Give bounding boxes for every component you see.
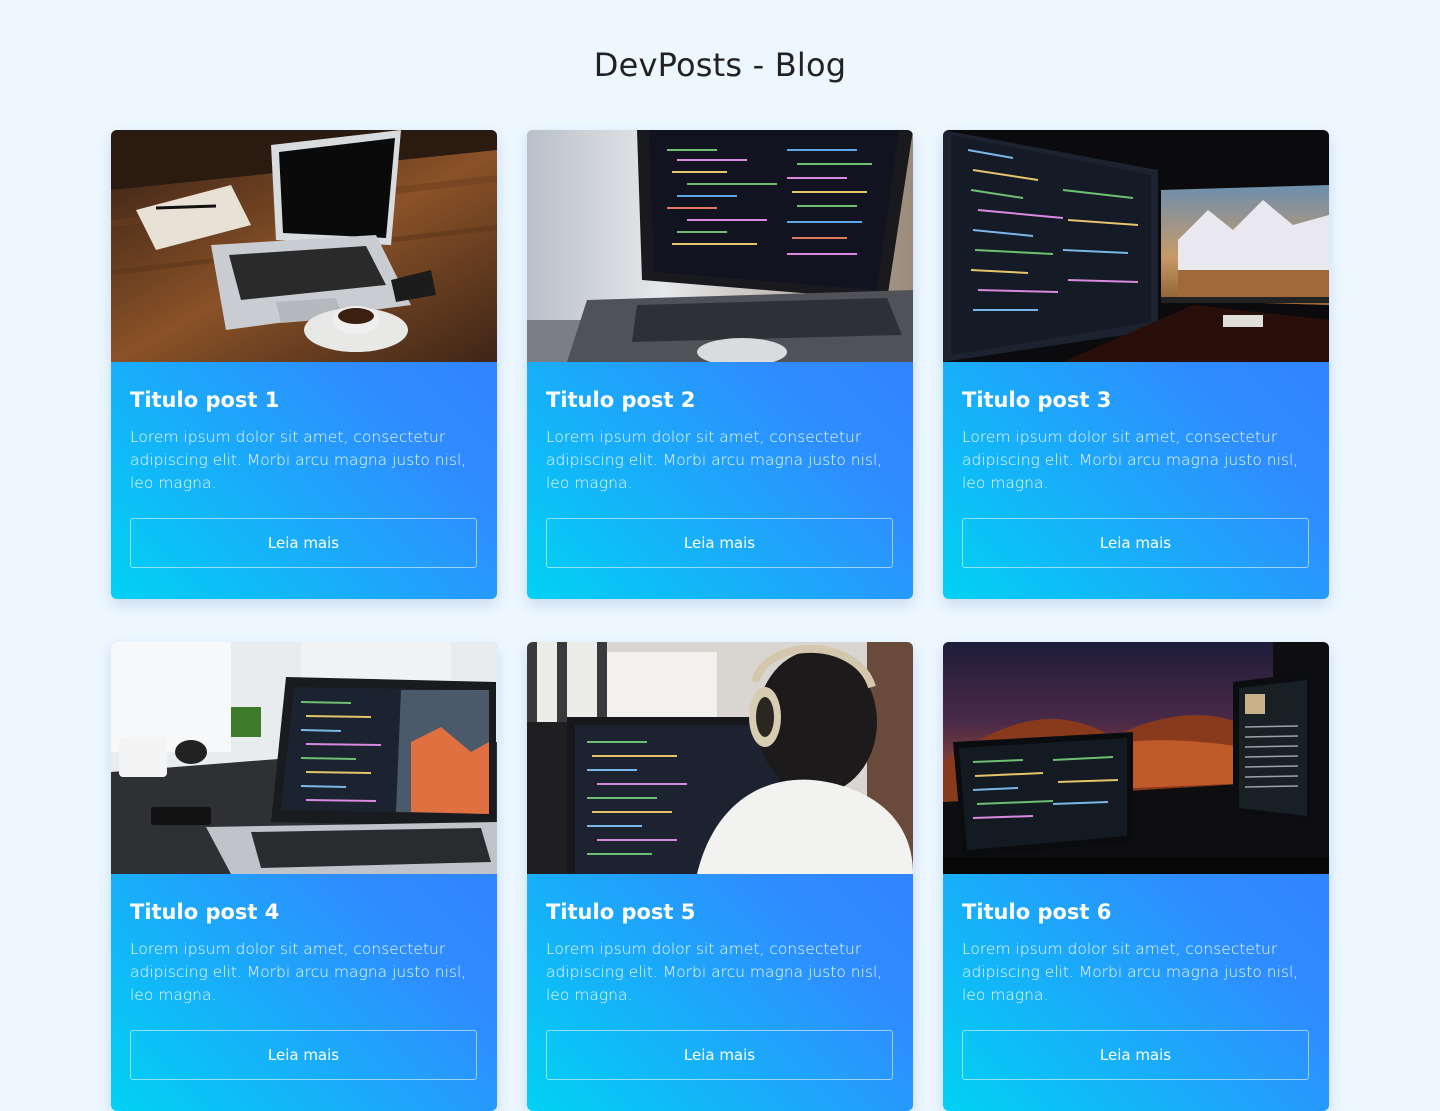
post-thumbnail — [527, 642, 913, 874]
post-excerpt: Lorem ipsum dolor sit amet, consectetur … — [546, 940, 883, 1004]
post-thumbnail — [111, 130, 497, 362]
post-title: Titulo post 3 — [962, 388, 1112, 412]
post-title: Titulo post 2 — [546, 388, 696, 412]
post-excerpt: Lorem ipsum dolor sit amet, consectetur … — [546, 428, 883, 492]
post-excerpt: Lorem ipsum dolor sit amet, consectetur … — [130, 428, 467, 492]
post-title: Titulo post 4 — [130, 900, 280, 924]
post-card: Titulo post 4 Lorem ipsum dolor sit amet… — [111, 642, 497, 1111]
laptop-on-desk-image — [111, 130, 497, 362]
post-thumbnail — [111, 642, 497, 874]
post-excerpt: Lorem ipsum dolor sit amet, consectetur … — [130, 940, 467, 1004]
posts-grid: Titulo post 1 Lorem ipsum dolor sit amet… — [111, 130, 1329, 1111]
read-more-button[interactable]: Leia mais — [962, 518, 1309, 568]
page-title: DevPosts - Blog — [593, 46, 847, 84]
post-card: Titulo post 1 Lorem ipsum dolor sit amet… — [111, 130, 497, 599]
post-thumbnail — [527, 130, 913, 362]
read-more-button[interactable]: Leia mais — [130, 518, 477, 568]
post-card: Titulo post 5 Lorem ipsum dolor sit amet… — [527, 642, 913, 1111]
read-more-button[interactable]: Leia mais — [962, 1030, 1309, 1080]
macbook-desk-image — [111, 642, 497, 874]
dual-monitor-image — [943, 130, 1329, 362]
read-more-button[interactable]: Leia mais — [546, 1030, 893, 1080]
post-thumbnail — [943, 642, 1329, 874]
post-thumbnail — [943, 130, 1329, 362]
post-card: Titulo post 6 Lorem ipsum dolor sit amet… — [943, 642, 1329, 1111]
laptop-code-image — [527, 130, 913, 362]
post-title: Titulo post 5 — [546, 900, 696, 924]
post-card: Titulo post 2 Lorem ipsum dolor sit amet… — [527, 130, 913, 599]
post-excerpt: Lorem ipsum dolor sit amet, consectetur … — [962, 428, 1299, 492]
read-more-button[interactable]: Leia mais — [546, 518, 893, 568]
post-title: Titulo post 6 — [962, 900, 1112, 924]
dark-desk-monitors-image — [943, 642, 1329, 874]
developer-headphones-image — [527, 642, 913, 874]
post-card: Titulo post 3 Lorem ipsum dolor sit amet… — [943, 130, 1329, 599]
post-title: Titulo post 1 — [130, 388, 280, 412]
read-more-button[interactable]: Leia mais — [130, 1030, 477, 1080]
post-excerpt: Lorem ipsum dolor sit amet, consectetur … — [962, 940, 1299, 1004]
